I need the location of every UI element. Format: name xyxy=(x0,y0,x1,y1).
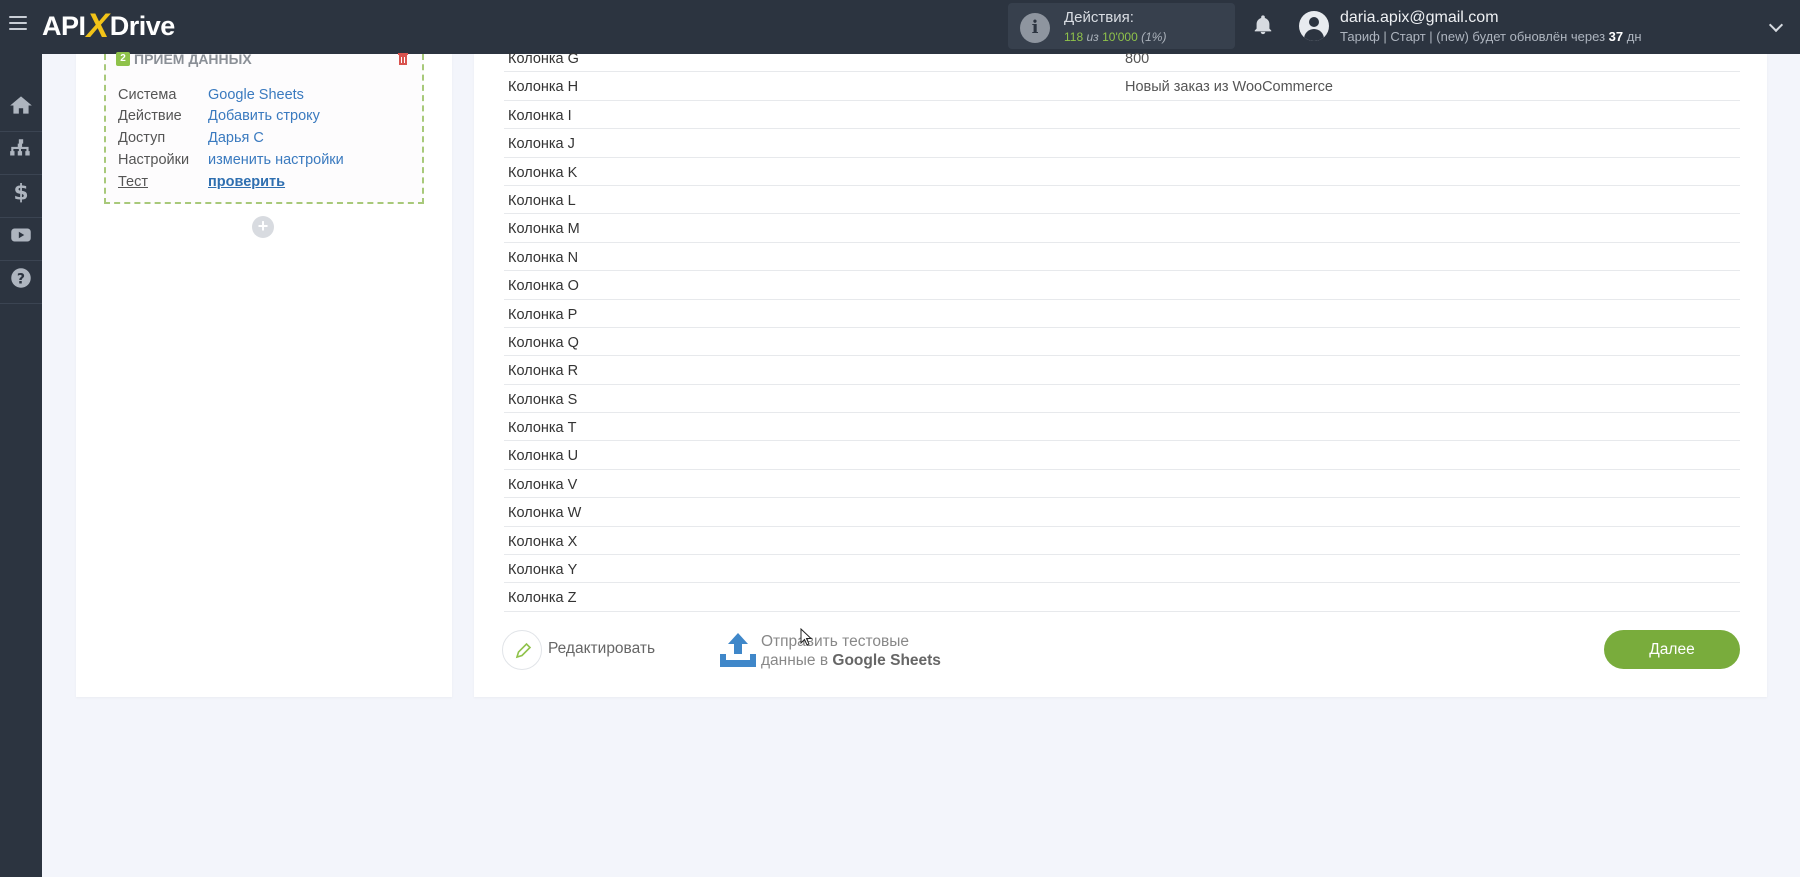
actions-used: 118 xyxy=(1064,30,1084,44)
add-step-button[interactable]: + xyxy=(252,216,274,238)
chevron-down-icon[interactable] xyxy=(1768,17,1784,33)
help-icon[interactable]: ? xyxy=(8,265,34,291)
table-row: Колонка P xyxy=(504,300,1740,328)
column-value: 800 xyxy=(1125,51,1150,67)
column-name: Колонка N xyxy=(508,249,579,266)
field-settings-label: Настройки xyxy=(118,152,190,168)
table-row: Колонка H Новый заказ из WooCommerce xyxy=(504,72,1740,101)
avatar-icon[interactable] xyxy=(1299,11,1329,41)
column-name: Колонка M xyxy=(508,221,580,238)
logo-drive: Drive xyxy=(109,10,176,41)
column-name: Колонка R xyxy=(508,363,579,380)
svg-text:$: $ xyxy=(13,181,28,205)
send-line-2-prefix: данные в xyxy=(761,652,829,669)
logo[interactable]: API X Drive xyxy=(42,6,176,45)
column-name: Колонка T xyxy=(508,420,577,437)
home-icon[interactable] xyxy=(8,92,34,118)
table-row: Колонка T xyxy=(504,413,1740,442)
column-name: Колонка S xyxy=(508,391,578,408)
actions-count: 118 из 10'000 (1%) xyxy=(1064,30,1166,44)
table-row: Колонка Z xyxy=(504,583,1740,612)
column-name: Колонка V xyxy=(508,476,578,493)
user-email[interactable]: daria.apix@gmail.com xyxy=(1340,9,1499,27)
column-name: Колонка J xyxy=(508,136,575,153)
column-name: Колонка G xyxy=(508,51,579,67)
logo-api: API xyxy=(42,10,86,41)
actions-title: Действия: xyxy=(1064,9,1134,26)
table-row: Колонка G 800 xyxy=(504,44,1740,73)
column-name: Колонка Q xyxy=(508,334,579,351)
send-line-2-target: Google Sheets xyxy=(832,652,941,669)
field-access-label: Доступ xyxy=(118,130,166,146)
send-line-1: Отправить тестовые xyxy=(761,633,909,650)
logo-x: X xyxy=(86,6,110,45)
column-name: Колонка K xyxy=(508,164,578,181)
sitemap-icon[interactable] xyxy=(8,136,34,162)
table-row: Колонка V xyxy=(504,470,1740,499)
columns-table: Колонка G 800 Колонка H Новый заказ из WooC… xyxy=(504,44,1740,612)
left-rail: $ ? xyxy=(0,54,42,877)
svg-text:?: ? xyxy=(17,271,25,287)
table-row: Колонка Y xyxy=(504,555,1740,584)
youtube-icon[interactable] xyxy=(8,222,34,248)
table-row: Колонка S xyxy=(504,385,1740,414)
field-access-value[interactable]: Дарья С xyxy=(208,130,264,146)
plan-suffix: дн xyxy=(1626,29,1642,44)
table-row: Колонка Q xyxy=(504,328,1740,357)
dollar-icon[interactable]: $ xyxy=(8,179,34,205)
info-icon: i xyxy=(1020,13,1050,43)
plan-days: 37 xyxy=(1608,29,1624,44)
send-test-data-button[interactable]: Отправить тестовые данные в Google Sheet… xyxy=(761,632,941,670)
plan-prefix: Тариф | Старт | (new) будет обновлён чер… xyxy=(1340,29,1606,44)
column-name: Колонка Z xyxy=(508,590,577,607)
table-row: Колонка O xyxy=(504,271,1740,300)
table-row: Колонка J xyxy=(504,129,1740,158)
send-line-2: данные в Google Sheets xyxy=(761,651,941,670)
table-row: Колонка U xyxy=(504,441,1740,470)
table-row: Колонка M xyxy=(504,214,1740,243)
bell-icon[interactable] xyxy=(1252,14,1274,36)
actions-counter[interactable]: i Действия: 118 из 10'000 (1%) xyxy=(1008,3,1235,49)
actions-of: из xyxy=(1086,30,1099,44)
edit-label[interactable]: Редактировать xyxy=(548,640,655,658)
column-name: Колонка U xyxy=(508,448,579,465)
field-system-value[interactable]: Google Sheets xyxy=(208,87,304,103)
next-button[interactable]: Далее xyxy=(1604,630,1740,669)
trash-icon[interactable] xyxy=(397,51,409,65)
table-row: Колонка I xyxy=(504,101,1740,130)
table-row: Колонка K xyxy=(504,158,1740,186)
upload-icon[interactable] xyxy=(718,630,758,670)
actions-percent: (1%) xyxy=(1141,30,1167,44)
field-action-label: Действие xyxy=(118,108,182,124)
change-settings-link[interactable]: изменить настройки xyxy=(208,152,344,168)
table-row: Колонка R xyxy=(504,356,1740,385)
step-header: 2 ПРИЕМ ДАННЫХ xyxy=(116,51,252,67)
table-row: Колонка X xyxy=(504,527,1740,556)
check-link[interactable]: проверить xyxy=(208,174,285,190)
column-name: Колонка P xyxy=(508,306,578,323)
step-title: ПРИЕМ ДАННЫХ xyxy=(134,51,252,67)
column-name: Колонка L xyxy=(508,192,576,209)
column-name: Колонка X xyxy=(508,533,578,550)
field-action-value[interactable]: Добавить строку xyxy=(208,108,320,124)
column-name: Колонка O xyxy=(508,278,579,295)
column-name: Колонка I xyxy=(508,107,572,124)
mouse-cursor-icon xyxy=(800,628,812,646)
column-value: Новый заказ из WooCommerce xyxy=(1125,79,1333,96)
actions-total: 10'000 xyxy=(1102,30,1138,44)
field-system-label: Система xyxy=(118,87,177,103)
column-name: Колонка W xyxy=(508,505,582,522)
step-number: 2 xyxy=(116,52,130,66)
menu-icon[interactable] xyxy=(9,16,27,32)
table-row: Колонка W xyxy=(504,498,1740,527)
edit-button[interactable] xyxy=(502,630,542,670)
table-row: Колонка N xyxy=(504,243,1740,272)
column-name: Колонка H xyxy=(508,79,579,96)
user-plan: Тариф | Старт | (new) будет обновлён чер… xyxy=(1340,29,1642,44)
pencil-icon xyxy=(515,642,532,659)
table-row: Колонка L xyxy=(504,186,1740,215)
field-test-label: Тест xyxy=(118,174,148,190)
column-name: Колонка Y xyxy=(508,562,578,579)
